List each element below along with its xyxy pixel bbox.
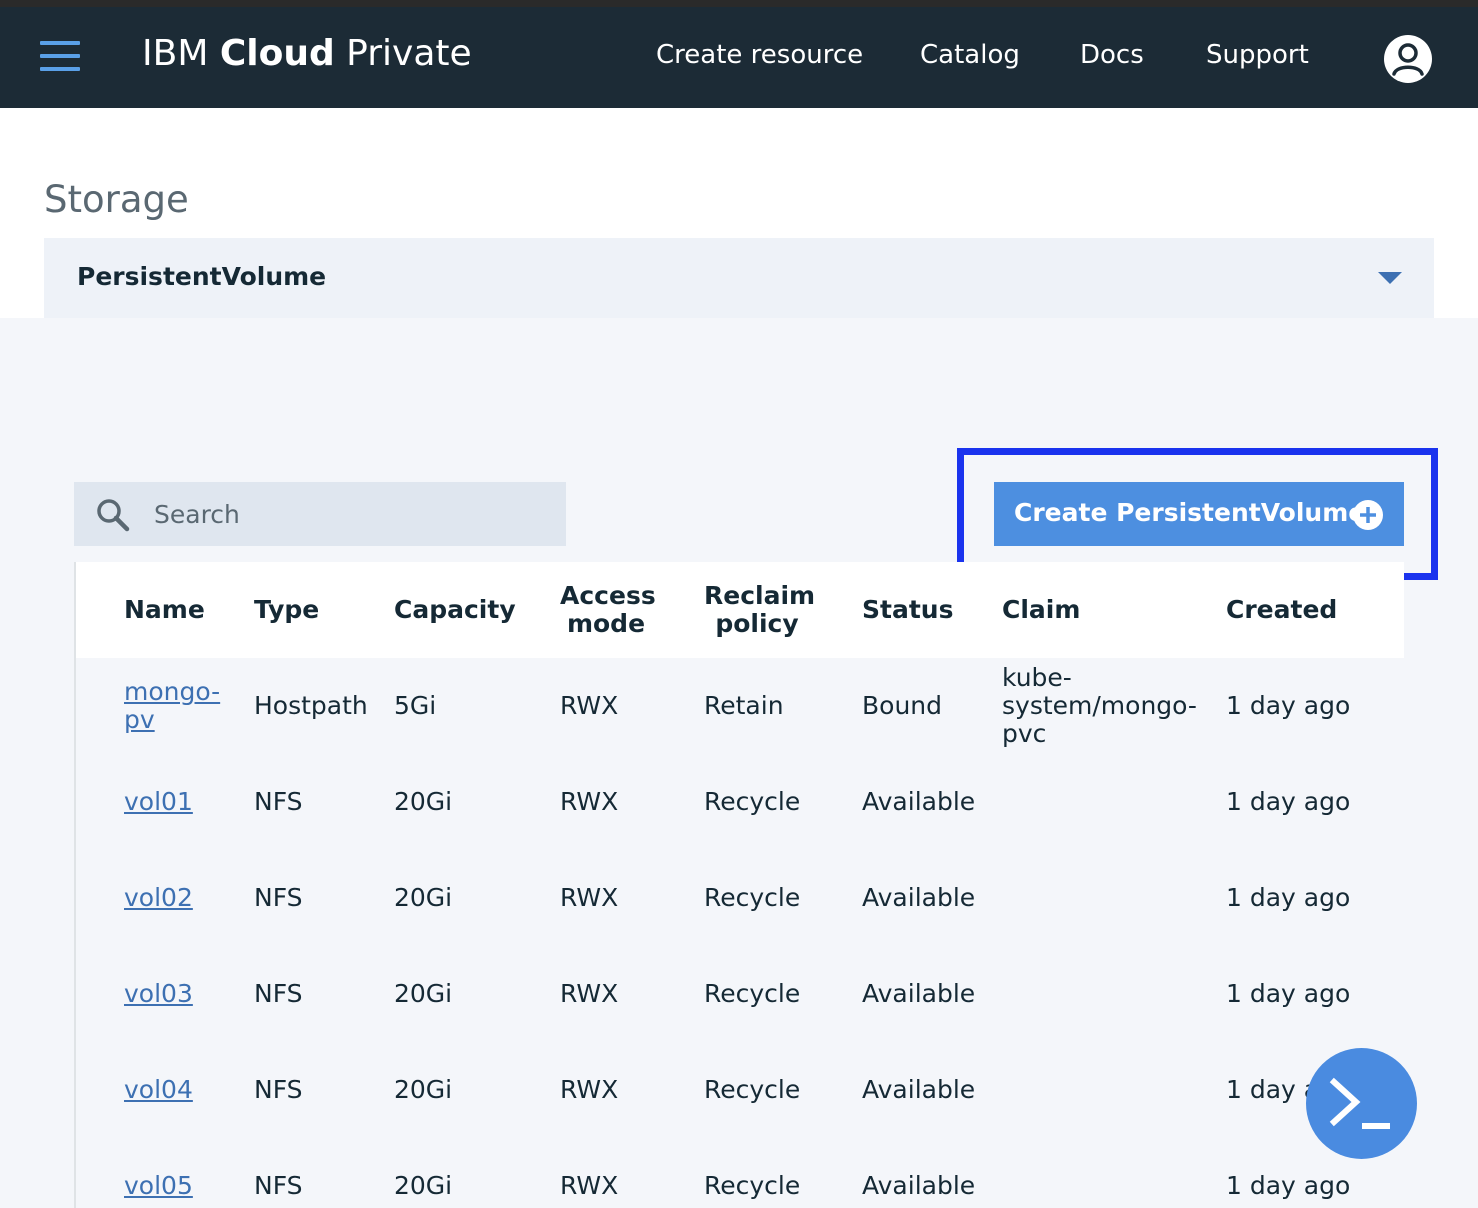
row-access-mode: RWX [560, 883, 619, 912]
terminal-launch-button[interactable] [1306, 1048, 1417, 1159]
row-reclaim-policy: Recycle [704, 1075, 801, 1104]
nav-docs[interactable]: Docs [1080, 40, 1144, 70]
row-name-link[interactable]: vol05 [124, 1172, 193, 1200]
row-claim: kube- system/mongo- pvc [1002, 664, 1197, 748]
dropdown-selected-value: PersistentVolume [77, 262, 327, 291]
row-created: 1 day ago [1226, 979, 1351, 1008]
table-row: vol02 NFS 20Gi RWX Recycle Available 1 d… [74, 850, 1404, 948]
column-header-reclaim-policy[interactable]: Reclaim policy [704, 581, 816, 638]
column-header-access-mode[interactable]: Access mode [560, 581, 656, 638]
row-type: NFS [254, 1171, 303, 1200]
row-type: NFS [254, 979, 303, 1008]
row-capacity: 20Gi [394, 1171, 453, 1200]
nav-create-resource[interactable]: Create resource [656, 40, 863, 70]
row-capacity: 20Gi [394, 979, 453, 1008]
row-status: Available [862, 979, 976, 1008]
nav-catalog[interactable]: Catalog [920, 40, 1020, 70]
column-header-name[interactable]: Name [124, 596, 205, 624]
top-navigation-bar: IBM Cloud Private Create resource Catalo… [0, 7, 1478, 108]
row-access-mode: RWX [560, 979, 619, 1008]
hamburger-menu-icon[interactable] [40, 41, 80, 71]
row-created: 1 day ago [1226, 691, 1351, 720]
row-status: Available [862, 1075, 976, 1104]
row-reclaim-policy: Recycle [704, 883, 801, 912]
column-header-reclaim-policy-line2: policy [715, 609, 799, 638]
create-button-label: Create PersistentVolume [1014, 498, 1366, 527]
column-header-access-mode-line2: mode [566, 609, 646, 638]
terminal-icon [1329, 1077, 1390, 1129]
row-status: Available [862, 1171, 976, 1200]
user-avatar-icon[interactable] [1383, 34, 1433, 84]
row-name-link[interactable]: vol01 [124, 788, 193, 816]
row-name-line1: mongo- [124, 677, 221, 706]
table-row: vol01 NFS 20Gi RWX Recycle Available 1 d… [74, 754, 1404, 852]
search-icon [97, 499, 130, 532]
nav-support[interactable]: Support [1206, 40, 1309, 70]
row-capacity: 20Gi [394, 1075, 453, 1104]
row-name-line2: pv [124, 705, 155, 734]
row-created: 1 day ago [1226, 883, 1351, 912]
column-header-claim[interactable]: Claim [1002, 596, 1080, 624]
caret-down-icon [1378, 272, 1402, 284]
row-name-link[interactable]: mongo- pv [124, 678, 220, 734]
row-name-link[interactable]: vol03 [124, 980, 193, 1008]
row-reclaim-policy: Recycle [704, 1171, 801, 1200]
page-title: Storage [44, 178, 189, 221]
create-persistentvolume-button[interactable]: Create PersistentVolume [994, 482, 1404, 546]
column-header-reclaim-policy-line1: Reclaim [704, 581, 816, 610]
brand-logo-text[interactable]: IBM Cloud Private [142, 33, 472, 74]
row-claim-line3: pvc [1002, 719, 1047, 748]
row-capacity: 20Gi [394, 883, 453, 912]
window-top-strip [0, 0, 1478, 7]
row-reclaim-policy: Recycle [704, 979, 801, 1008]
row-type: NFS [254, 787, 303, 816]
row-capacity: 5Gi [394, 691, 437, 720]
search-box[interactable] [74, 482, 566, 546]
column-header-capacity[interactable]: Capacity [394, 596, 516, 624]
row-status: Available [862, 883, 976, 912]
persistentvolume-table: Name Type Capacity Access mode Reclaim p… [74, 562, 1404, 1208]
row-access-mode: RWX [560, 1171, 619, 1200]
row-created: 1 day ago [1226, 787, 1351, 816]
row-created: 1 day ago [1226, 1171, 1351, 1200]
table-row: vol05 NFS 20Gi RWX Recycle Available 1 d… [74, 1138, 1404, 1208]
column-header-access-mode-line1: Access [560, 581, 656, 610]
row-reclaim-policy: Recycle [704, 787, 801, 816]
row-type: NFS [254, 1075, 303, 1104]
table-row: vol04 NFS 20Gi RWX Recycle Available 1 d… [74, 1042, 1404, 1140]
row-capacity: 20Gi [394, 787, 453, 816]
row-reclaim-policy: Retain [704, 691, 784, 720]
row-type: Hostpath [254, 691, 368, 720]
row-access-mode: RWX [560, 787, 619, 816]
table-row: mongo- pv Hostpath 5Gi RWX Retain Bound … [74, 658, 1404, 756]
row-status: Bound [862, 691, 943, 720]
row-status: Available [862, 787, 976, 816]
column-header-created[interactable]: Created [1226, 596, 1337, 624]
table-row: vol03 NFS 20Gi RWX Recycle Available 1 d… [74, 946, 1404, 1044]
table-header-row: Name Type Capacity Access mode Reclaim p… [74, 562, 1404, 660]
search-input[interactable] [154, 482, 554, 546]
column-header-status[interactable]: Status [862, 596, 953, 624]
column-header-type[interactable]: Type [254, 596, 319, 624]
row-access-mode: RWX [560, 1075, 619, 1104]
row-access-mode: RWX [560, 691, 619, 720]
row-claim-line2: system/mongo- [1002, 691, 1197, 720]
row-name-link[interactable]: vol04 [124, 1076, 193, 1104]
row-claim-line1: kube- [1002, 663, 1072, 692]
table-left-border [74, 562, 76, 1208]
resource-type-dropdown[interactable]: PersistentVolume [44, 238, 1434, 318]
row-type: NFS [254, 883, 303, 912]
row-name-link[interactable]: vol02 [124, 884, 193, 912]
plus-circle-icon [1353, 500, 1383, 530]
